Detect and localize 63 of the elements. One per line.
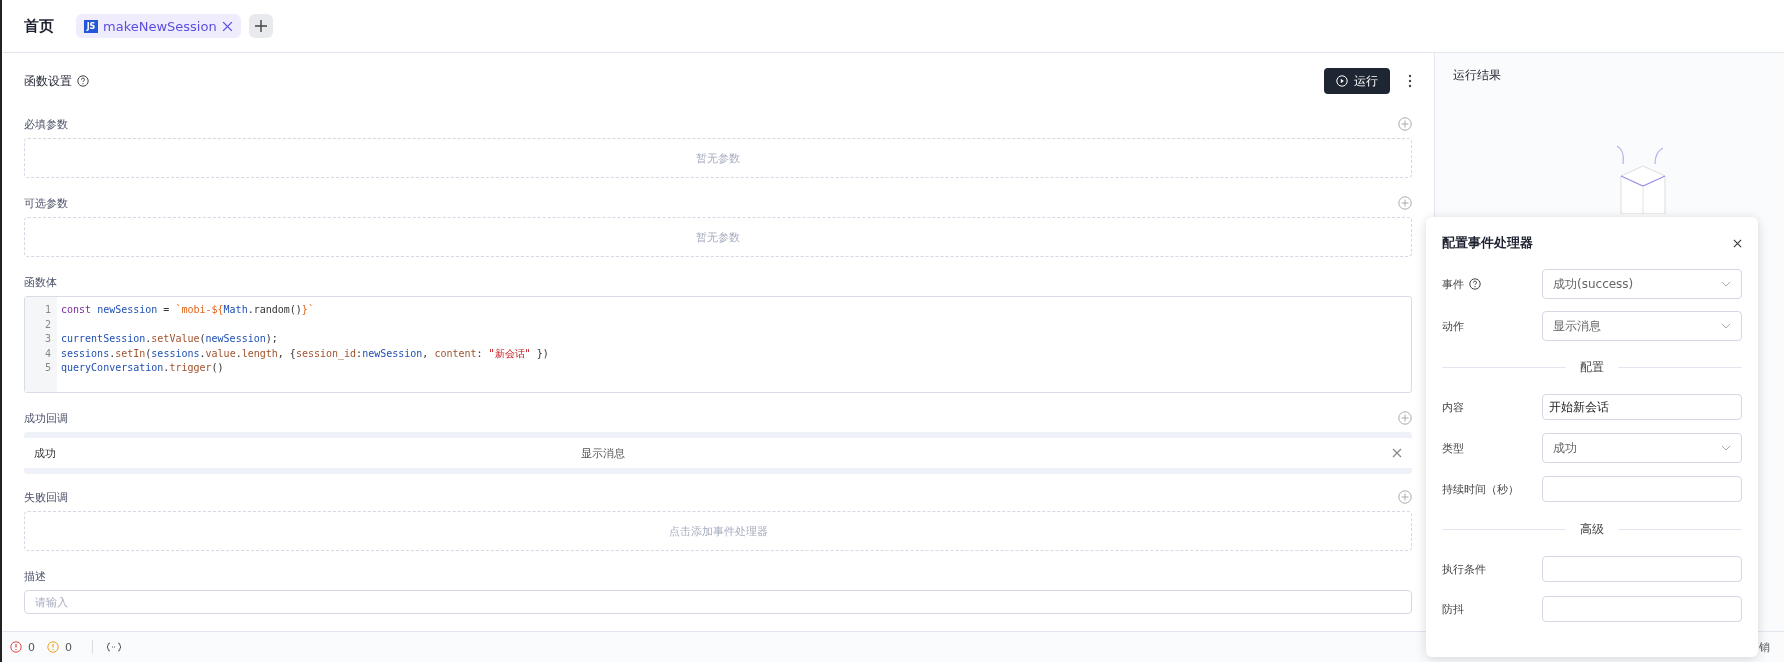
section-label: 描述 — [24, 568, 46, 584]
select-field[interactable]: 显示消息 — [1542, 311, 1742, 341]
handler-row[interactable]: 成功 显示消息 — [24, 438, 1412, 468]
field-label: 动作 — [1442, 318, 1464, 334]
undo-button[interactable]: 销 — [1759, 639, 1770, 655]
section-heading: 配置 — [1580, 358, 1604, 376]
field-label: 类型 — [1442, 440, 1464, 456]
home-link[interactable]: 首页 — [24, 16, 54, 36]
field-label: 事件 — [1442, 276, 1464, 292]
code-line: sessions.setIn(sessions.value.length, {session_id:newSession, content: "新会话" }) — [61, 346, 549, 361]
code-line: queryConversation.trigger() — [61, 361, 225, 375]
handler-event: 成功 — [34, 445, 57, 461]
line-number: 4 — [44, 346, 51, 361]
select-field[interactable]: 成功(success) — [1542, 269, 1742, 299]
field-label: 执行条件 — [1442, 561, 1487, 577]
play-icon — [1336, 75, 1348, 87]
field-label: 防抖 — [1442, 601, 1465, 617]
caret-icon — [1721, 281, 1731, 287]
error-icon — [10, 641, 22, 653]
tab-label: makeNewSession — [103, 18, 217, 34]
code-editor[interactable]: 1 2 3 4 5 const newSession = `mobi-${Math.random()}` currentSession.setValue(newSession); sessions.setIn(sessions.value.length, {session_id:newSession, content: "新会话" }) queryConversation.trigger() — [24, 296, 1412, 393]
field-label: 持续时间（秒） — [1442, 481, 1520, 497]
variable-icon[interactable] — [107, 642, 121, 652]
line-number: 3 — [44, 332, 51, 346]
file-tab[interactable]: JS makeNewSession — [76, 14, 241, 38]
code-line: currentSession.setValue(newSession); — [61, 332, 279, 346]
line-number: 1 — [44, 303, 51, 317]
warning-count: 0 — [65, 640, 72, 654]
empty-params-box: 暂无参数 — [24, 138, 1412, 178]
caret-icon — [1721, 445, 1731, 451]
section-label: 失败回调 — [24, 489, 68, 505]
popup-title: 配置事件处理器 — [1442, 234, 1533, 252]
section-label: 可选参数 — [24, 195, 68, 211]
line-number: 2 — [44, 317, 51, 332]
section-label: 成功回调 — [24, 410, 68, 426]
add-tab-button[interactable] — [248, 14, 273, 38]
handler-action: 显示消息 — [581, 445, 627, 461]
more-icon[interactable] — [1408, 74, 1412, 88]
line-number: 5 — [44, 361, 51, 375]
js-badge: JS — [84, 19, 98, 33]
panel-title: 运行结果 — [1453, 67, 1502, 84]
section-title: 函数设置 — [24, 72, 72, 90]
close-icon[interactable] — [221, 20, 233, 32]
plus-icon — [254, 20, 267, 32]
field-label: 内容 — [1442, 399, 1465, 415]
help-icon[interactable] — [77, 75, 89, 87]
input-field[interactable] — [1542, 476, 1742, 502]
section-label: 函数体 — [24, 274, 57, 290]
description-field[interactable]: 请输入 — [24, 590, 1412, 614]
code-line: const newSession = `mobi-${Math.random()}` — [61, 303, 315, 317]
input-field[interactable] — [1542, 596, 1742, 622]
caret-icon — [1721, 323, 1731, 329]
run-button[interactable]: 运行 — [1324, 68, 1390, 94]
select-field[interactable]: 成功 — [1542, 433, 1742, 463]
empty-params-box: 暂无参数 — [24, 217, 1412, 257]
input-field[interactable] — [1542, 556, 1742, 582]
warning-icon — [47, 641, 59, 653]
close-icon[interactable] — [1733, 238, 1742, 248]
input-field[interactable]: 开始新会话 — [1542, 394, 1742, 420]
section-label: 必填参数 — [24, 116, 68, 132]
section-heading: 高级 — [1580, 520, 1604, 538]
help-icon[interactable] — [1469, 278, 1481, 290]
error-count: 0 — [28, 640, 35, 654]
